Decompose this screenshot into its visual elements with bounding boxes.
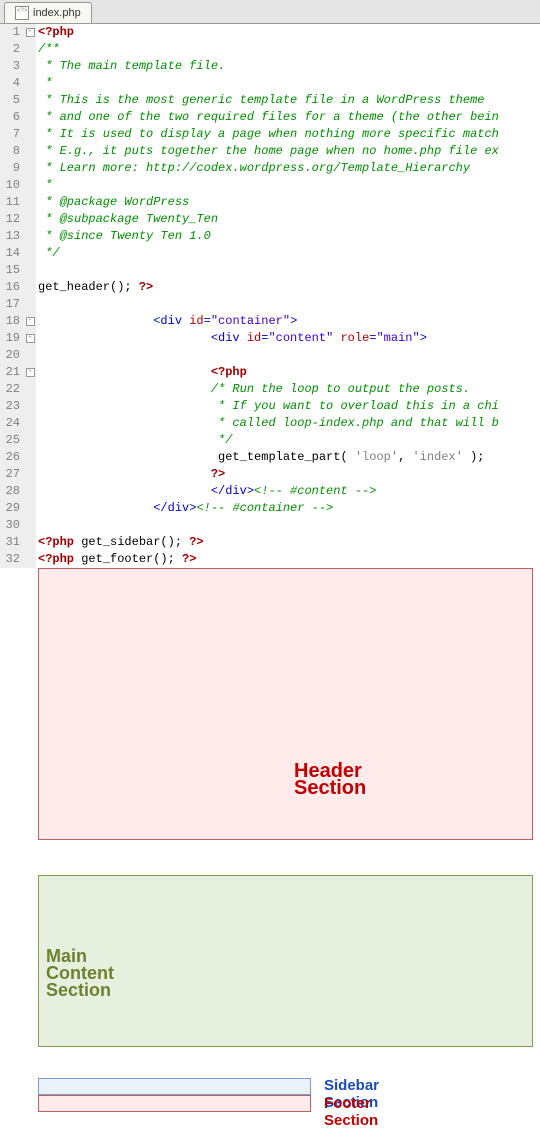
fold-marker[interactable]: - <box>26 368 35 377</box>
tab-bar: index.php <box>0 0 540 24</box>
sidebar-section-box <box>38 1078 311 1095</box>
tab-title: index.php <box>33 7 81 19</box>
line-number-gutter: 1234 5678 9101112 13141516 17181920 2122… <box>0 24 24 568</box>
sidebar-section-label: Sidebar Section <box>324 1077 379 1111</box>
fold-gutter: - - - - <box>24 24 36 568</box>
main-content-box <box>38 875 533 1047</box>
header-section-label: Header Section <box>294 763 366 797</box>
main-content-label: Main Content Section <box>46 948 114 999</box>
file-tab-index-php[interactable]: index.php <box>4 2 92 23</box>
fold-marker[interactable]: - <box>26 317 35 326</box>
fold-marker[interactable]: - <box>26 28 35 37</box>
code-editor[interactable]: 1234 5678 9101112 13141516 17181920 2122… <box>0 24 540 568</box>
code-area[interactable]: <?php /** * The main template file. * * … <box>36 24 540 568</box>
fold-marker[interactable]: - <box>26 334 35 343</box>
footer-section-box <box>38 1095 311 1112</box>
footer-section-label: Footer Section <box>324 1095 378 1129</box>
php-file-icon <box>15 6 29 20</box>
header-section-box <box>38 568 533 840</box>
